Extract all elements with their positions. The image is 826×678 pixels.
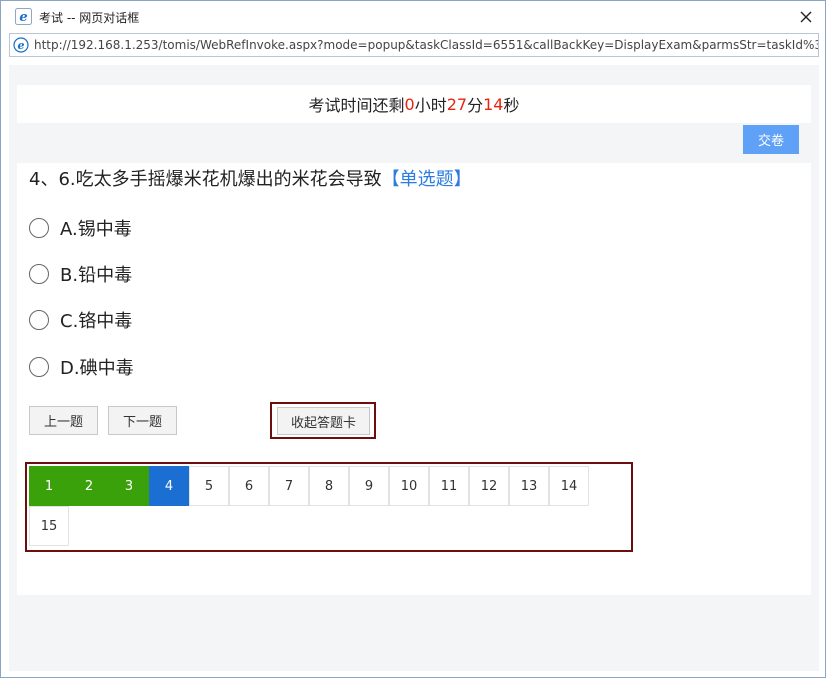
exam-panel: 考试时间还剩 0 小时 27 分 14 秒 交卷 4、6.吃太多手摇爆米花机爆出的米花会导致… [17,85,811,595]
timer-hours-unit: 小时 [414,96,447,115]
timer-seconds: 14 [483,94,504,114]
window-title: 考试 -- 网页对话框 [39,11,140,25]
option-c[interactable]: C.铬中毒 [29,307,132,333]
svg-text:e: e [19,10,27,25]
exam-timer: 考试时间还剩 0 小时 27 分 14 秒 [17,85,811,123]
question-cell-4[interactable]: 4 [149,466,189,506]
option-b[interactable]: B.铅中毒 [29,261,132,287]
ie-browser-icon: e [15,8,32,25]
dialog-window: e 考试 -- 网页对话框 e http://192.168.1.253/tom… [0,0,826,678]
close-icon [800,11,812,23]
title-bar: e 考试 -- 网页对话框 [1,1,825,33]
radio-d[interactable] [29,357,49,377]
option-c-label: C.铬中毒 [60,311,133,332]
radio-c[interactable] [29,310,49,330]
question-cell-15[interactable]: 15 [29,506,69,546]
radio-b[interactable] [29,264,49,284]
question-cell-10[interactable]: 10 [389,466,429,506]
svg-text:e: e [18,39,25,52]
timer-seconds-unit: 秒 [503,96,520,115]
question-cell-13[interactable]: 13 [509,466,549,506]
close-button[interactable] [793,4,819,30]
question-cell-2[interactable]: 2 [69,466,109,506]
question-cell-8[interactable]: 8 [309,466,349,506]
question-stem: 4、6.吃太多手摇爆米花机爆出的米花会导致 [29,169,382,190]
timer-minutes-unit: 分 [467,96,484,115]
next-question-button[interactable]: 下一题 [108,406,177,435]
address-bar[interactable]: e http://192.168.1.253/tomis/WebRefInvok… [9,33,819,57]
option-d[interactable]: D.碘中毒 [29,354,134,380]
question-text: 4、6.吃太多手摇爆米花机爆出的米花会导致【单选题】 [29,165,472,191]
question-cell-6[interactable]: 6 [229,466,269,506]
question-type: 【单选题】 [381,169,472,190]
question-cell-14[interactable]: 14 [549,466,589,506]
question-cell-12[interactable]: 12 [469,466,509,506]
exam-toolbar: 交卷 [17,123,811,163]
option-a[interactable]: A.锡中毒 [29,215,132,241]
submit-exam-button[interactable]: 交卷 [743,125,799,154]
question-cell-7[interactable]: 7 [269,466,309,506]
question-cell-11[interactable]: 11 [429,466,469,506]
collapse-answer-card-button[interactable]: 收起答题卡 [277,407,370,435]
timer-minutes: 27 [446,94,468,114]
prev-question-button[interactable]: 上一题 [29,406,98,435]
option-d-label: D.碘中毒 [60,358,134,379]
question-cell-1[interactable]: 1 [29,466,69,506]
option-b-label: B.铅中毒 [60,265,133,286]
question-cell-3[interactable]: 3 [109,466,149,506]
page-icon: e [13,37,29,53]
timer-hours: 0 [404,94,415,114]
question-cell-5[interactable]: 5 [189,466,229,506]
timer-prefix: 考试时间还剩 [308,96,405,115]
question-cell-9[interactable]: 9 [349,466,389,506]
radio-a[interactable] [29,218,49,238]
dialog-content: 考试时间还剩 0 小时 27 分 14 秒 交卷 4、6.吃太多手摇爆米花机爆出的米花会导致… [9,65,819,671]
option-a-label: A.锡中毒 [60,219,132,240]
address-url: http://192.168.1.253/tomis/WebRefInvoke.… [34,38,819,52]
